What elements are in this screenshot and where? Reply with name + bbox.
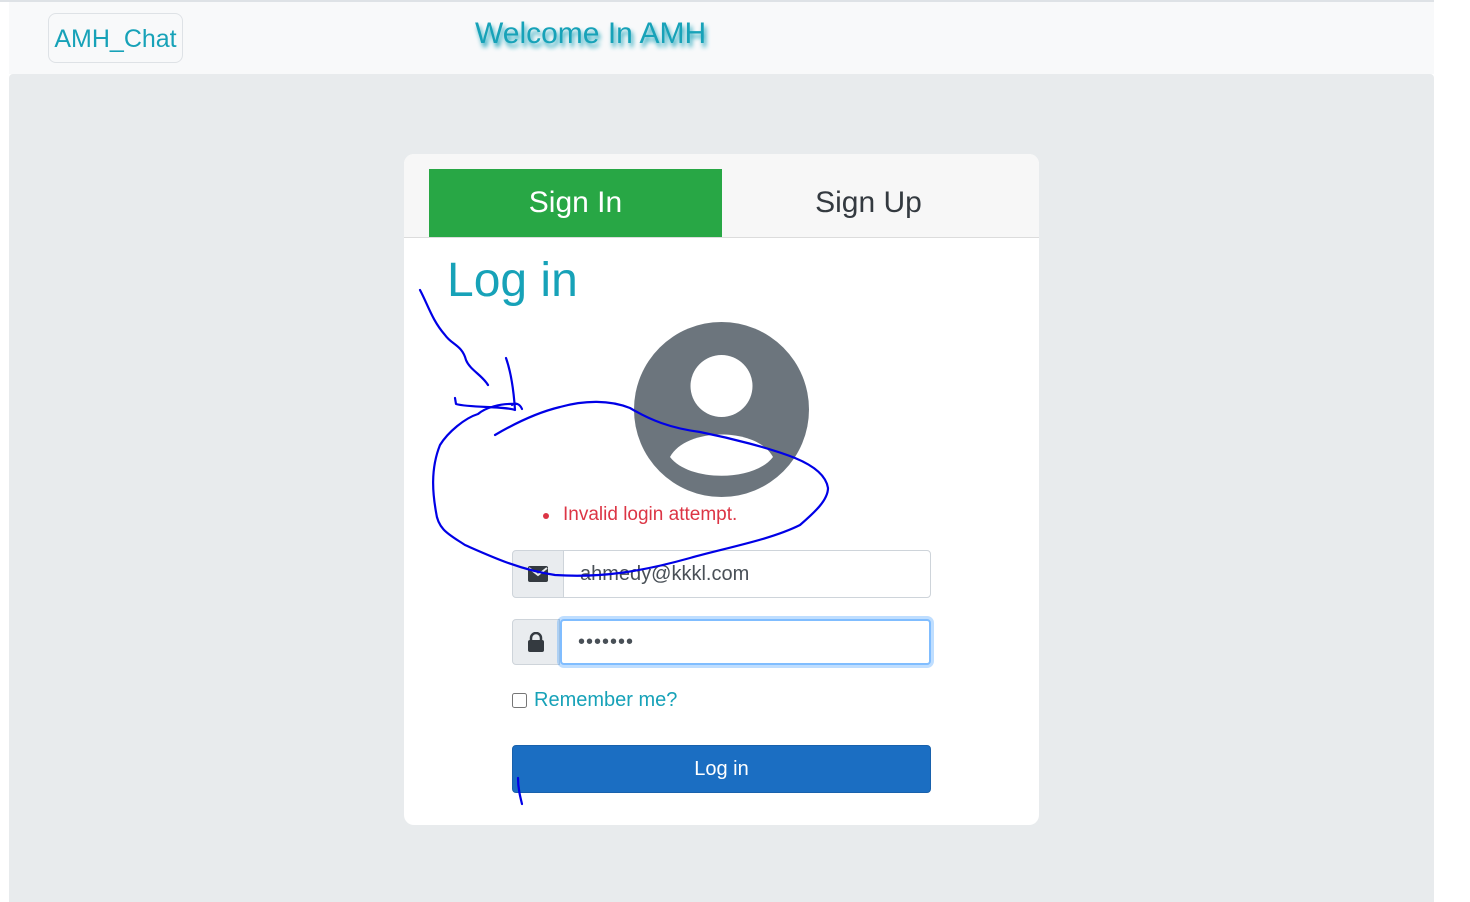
email-field[interactable]: [563, 550, 931, 598]
error-message: Invalid login attempt.: [541, 502, 737, 528]
login-button[interactable]: Log in: [512, 745, 931, 793]
tab-sign-up[interactable]: Sign Up: [722, 169, 1015, 237]
user-circle-icon: [634, 322, 809, 497]
remember-me-label[interactable]: Remember me?: [534, 689, 677, 712]
tab-bar: Sign In Sign Up: [404, 154, 1039, 238]
remember-me: Remember me?: [512, 688, 677, 712]
password-input-group: [512, 618, 931, 666]
validation-summary: Invalid login attempt.: [541, 502, 737, 528]
password-field[interactable]: [560, 619, 931, 665]
page-title: Log in: [447, 254, 578, 307]
remember-me-checkbox[interactable]: [512, 692, 527, 708]
envelope-icon: [512, 550, 564, 598]
lock-icon: [512, 619, 560, 665]
email-input-group: [512, 550, 931, 598]
welcome-title: Welcome In AMH: [475, 17, 707, 50]
login-card: Sign In Sign Up Log in Invalid login att…: [404, 154, 1039, 825]
tab-sign-in[interactable]: Sign In: [429, 169, 722, 237]
navbar: AMH_Chat Welcome In AMH: [9, 2, 1434, 74]
brand-button[interactable]: AMH_Chat: [48, 13, 183, 63]
